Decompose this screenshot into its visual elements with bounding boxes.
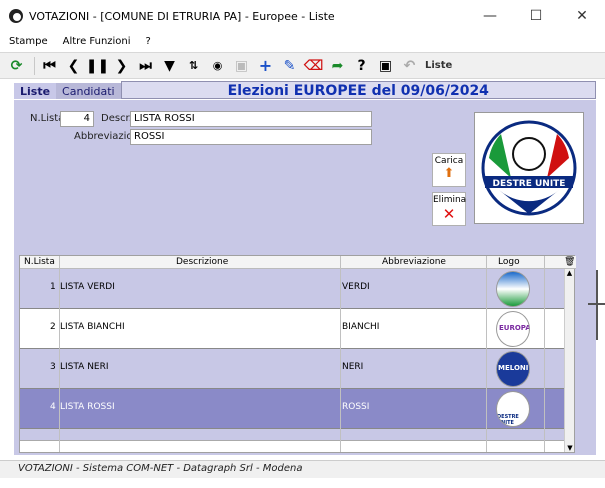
maximize-button[interactable]: ☐ [513, 0, 559, 32]
filter-icon[interactable]: ▼ [159, 55, 180, 77]
logo-label: MELONI [498, 364, 529, 372]
splitter-handle[interactable] [588, 270, 605, 340]
party-logo-preview: DESTRE UNITE [474, 112, 584, 224]
title-bar: VOTAZIONI - [COMUNE DI ETRURIA PA] - Eur… [0, 0, 605, 32]
row-descrizione: LISTA BIANCHI [60, 322, 125, 332]
delete-x-icon: ✕ [442, 205, 456, 223]
column-divider [340, 256, 341, 452]
grid-header: N.Lista Descrizione Abbreviazione Logo 🗑 [20, 256, 576, 269]
scroll-down-icon[interactable]: ▼ [565, 444, 575, 452]
carica-button[interactable]: Carica ⬆ [432, 153, 466, 187]
first-record-icon[interactable]: ⏮ [39, 55, 60, 77]
descr-label: Descr. [101, 113, 132, 124]
toolbar: ⟳ ⏮ ❮ ❚❚ ❯ ⏭ ▼ ⇅ ◉ ▣ + ✎ ⌫ ➦ ? ▣ ↶ Liste [0, 52, 605, 79]
run-icon[interactable]: ➦ [327, 55, 348, 77]
row-abbreviazione: ROSSI [342, 402, 370, 412]
row-nlista: 2 [50, 322, 56, 332]
window-title: VOTAZIONI - [COMUNE DI ETRURIA PA] - Eur… [29, 9, 335, 23]
row-descrizione: LISTA ROSSI [60, 402, 115, 412]
tab-strip: Liste Candidati Elezioni EUROPEE del 09/… [14, 81, 596, 99]
party-logo-icon: EUROPA [496, 311, 530, 347]
table-row[interactable]: 3 LISTA NERI NERI MELONI [20, 349, 566, 389]
row-abbreviazione: BIANCHI [342, 322, 380, 332]
menu-stampe[interactable]: Stampe [9, 36, 48, 47]
tab-candidati[interactable]: Candidati [56, 83, 121, 99]
row-descrizione: LISTA VERDI [60, 282, 115, 292]
help-icon[interactable]: ? [351, 55, 372, 77]
column-divider [544, 256, 545, 452]
save-icon[interactable]: ▣ [231, 55, 252, 77]
menu-bar: Stampe Altre Funzioni ? [0, 32, 605, 50]
delete-icon[interactable]: ⌫ [303, 55, 324, 77]
grid-scrollbar[interactable]: ▲ ▼ [564, 269, 574, 452]
trash-icon[interactable]: 🗑 [564, 257, 575, 267]
row-abbreviazione: VERDI [342, 282, 370, 292]
carica-label: Carica [434, 156, 464, 166]
prev-record-icon[interactable]: ❮ [63, 55, 84, 77]
liste-grid: N.Lista Descrizione Abbreviazione Logo 🗑… [19, 255, 576, 453]
logo-label: DESTRE UNITE [497, 414, 519, 426]
destre-unite-logo: DESTRE UNITE [481, 120, 577, 216]
descr-field[interactable]: LISTA ROSSI [130, 111, 372, 127]
party-logo-icon: MELONI [496, 351, 530, 387]
toolbar-title: Liste [425, 60, 453, 71]
menu-help[interactable]: ? [146, 36, 151, 47]
table-row-selected[interactable]: 4 LISTA ROSSI ROSSI DESTRE UNITE [20, 389, 566, 429]
edit-pencil-icon[interactable]: ✎ [279, 55, 300, 77]
elimina-label: Elimina [433, 195, 467, 205]
election-heading: Elezioni EUROPEE del 09/06/2024 [120, 81, 596, 99]
upload-icon: ⬆ [443, 166, 455, 181]
column-divider [59, 256, 60, 452]
add-icon[interactable]: + [255, 55, 276, 77]
logo-text: DESTRE UNITE [493, 179, 566, 189]
col-nlista[interactable]: N.Lista [24, 257, 55, 267]
sort-icon[interactable]: ⇅ [183, 55, 204, 77]
menu-altre-funzioni[interactable]: Altre Funzioni [63, 36, 131, 47]
row-nlista: 1 [50, 282, 56, 292]
table-row[interactable]: 1 LISTA VERDI VERDI [20, 269, 566, 309]
elimina-button[interactable]: Elimina ✕ [432, 192, 466, 226]
minimize-button[interactable]: — [467, 0, 513, 32]
status-bar: VOTAZIONI - Sistema COM-NET - Datagraph … [0, 460, 605, 478]
abbr-field[interactable]: ROSSI [130, 129, 372, 145]
row-descrizione: LISTA NERI [60, 362, 109, 372]
next-record-icon[interactable]: ❯ [111, 55, 132, 77]
refresh-icon[interactable]: ⟳ [6, 55, 27, 77]
search-binoculars-icon[interactable]: ◉ [207, 55, 228, 77]
col-descrizione[interactable]: Descrizione [176, 257, 228, 267]
column-divider [486, 256, 487, 452]
party-logo-icon [496, 271, 530, 307]
last-record-icon[interactable]: ⏭ [135, 55, 156, 77]
row-abbreviazione: NERI [342, 362, 364, 372]
scroll-up-icon[interactable]: ▲ [565, 269, 574, 277]
col-abbreviazione[interactable]: Abbreviazione [382, 257, 446, 267]
table-row-empty[interactable] [20, 429, 566, 441]
monitor-icon[interactable]: ▣ [375, 55, 396, 77]
row-nlista: 4 [50, 402, 56, 412]
undo-icon[interactable]: ↶ [399, 55, 420, 77]
nlista-field[interactable]: 4 [60, 111, 94, 127]
row-nlista: 3 [50, 362, 56, 372]
app-window: VOTAZIONI - [COMUNE DI ETRURIA PA] - Eur… [0, 0, 605, 488]
liste-panel: N.Lista 4 Descr. LISTA ROSSI Abbreviazio… [14, 100, 596, 455]
app-icon [9, 9, 23, 23]
toolbar-separator [34, 56, 35, 75]
tab-liste[interactable]: Liste [14, 83, 57, 99]
party-logo-icon: DESTRE UNITE [496, 391, 530, 427]
col-logo[interactable]: Logo [498, 257, 520, 267]
logo-label: EUROPA [499, 324, 530, 332]
pause-icon[interactable]: ❚❚ [86, 55, 109, 77]
table-row[interactable]: 2 LISTA BIANCHI BIANCHI EUROPA [20, 309, 566, 349]
close-button[interactable]: ✕ [559, 0, 605, 32]
